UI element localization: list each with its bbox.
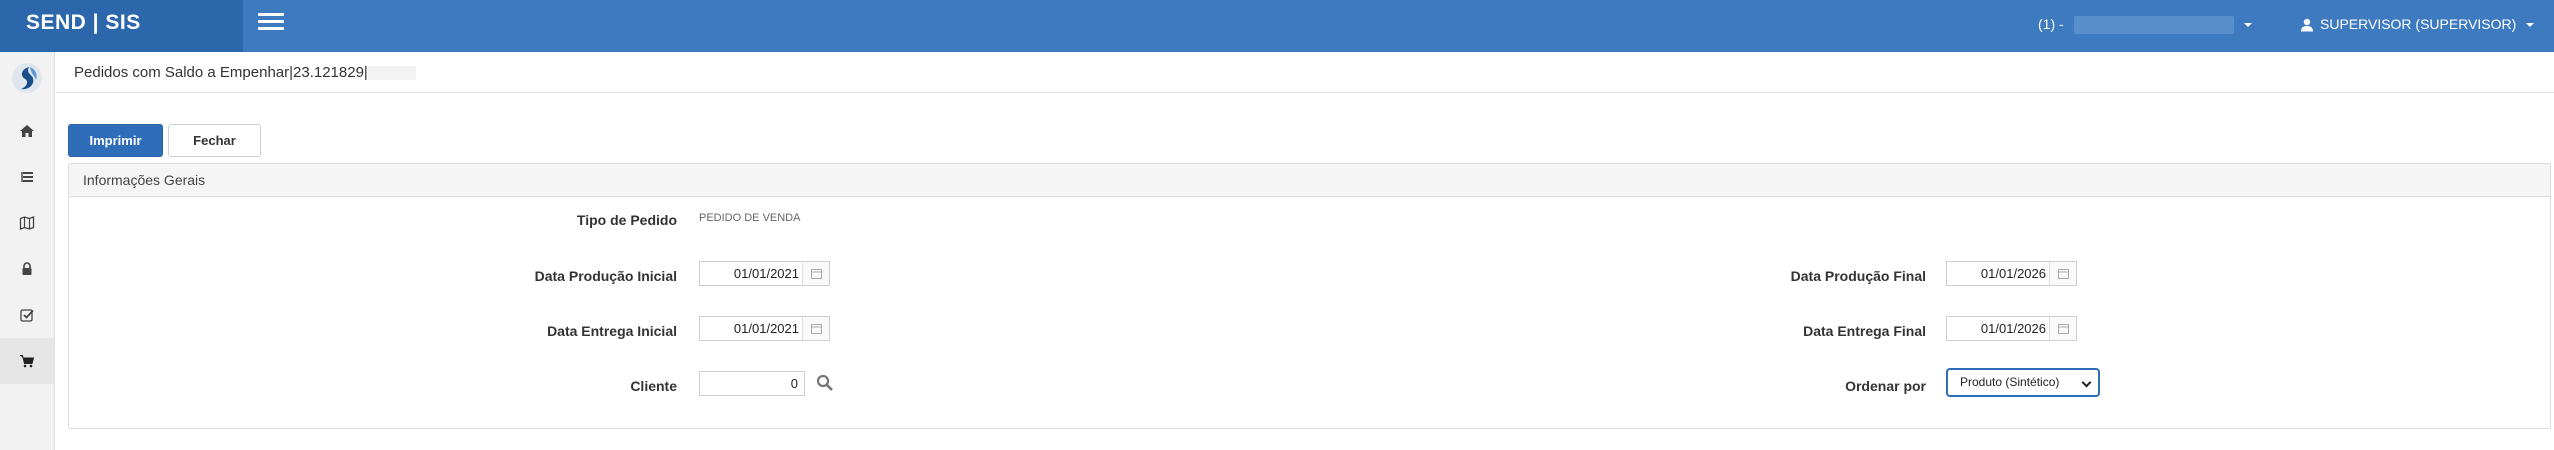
- general-info-panel: Informações Gerais: [68, 163, 2551, 429]
- user-name: SUPERVISOR (SUPERVISOR): [2320, 16, 2517, 32]
- chevron-down-icon: [2243, 23, 2252, 28]
- company-prefix: (1) -: [2038, 16, 2064, 32]
- top-navbar: SEND | SIS (1) - SUPERVISOR (SUPERVISOR): [0, 0, 2554, 52]
- ordenar-value: Produto (Sintético): [1960, 375, 2060, 389]
- data-producao-inicial-field[interactable]: 01/01/2021: [699, 261, 830, 286]
- page-title-text: Pedidos com Saldo a Empenhar|23.121829|: [74, 64, 368, 81]
- data-entrega-final-label: Data Entrega Final: [1803, 323, 1926, 339]
- sidebar: [0, 52, 55, 450]
- sidebar-item-map[interactable]: [0, 200, 54, 246]
- search-icon[interactable]: [816, 374, 834, 392]
- data-entrega-inicial-label: Data Entrega Inicial: [547, 323, 677, 339]
- print-button[interactable]: Imprimir: [68, 124, 163, 157]
- ordenar-select[interactable]: Produto (Sintético): [1946, 368, 2100, 397]
- data-producao-inicial-value: 01/01/2021: [733, 266, 799, 281]
- chevron-down-icon: [2526, 23, 2535, 28]
- check-square-icon: [20, 309, 34, 322]
- data-producao-inicial-label: Data Produção Inicial: [534, 268, 677, 284]
- calendar-icon[interactable]: [2049, 317, 2076, 340]
- calendar-icon[interactable]: [2049, 262, 2076, 285]
- data-producao-final-value: 01/01/2026: [1980, 266, 2046, 281]
- ordenar-label: Ordenar por: [1845, 378, 1926, 394]
- app-logo-icon[interactable]: [11, 62, 43, 94]
- sidebar-item-security[interactable]: [0, 246, 54, 292]
- tipo-pedido-value: PEDIDO DE VENDA: [699, 212, 801, 224]
- home-icon: [20, 125, 34, 137]
- title-redacted: [367, 66, 416, 81]
- map-icon: [19, 216, 35, 230]
- calendar-icon[interactable]: [802, 262, 829, 285]
- data-entrega-final-field[interactable]: 01/01/2026: [1946, 316, 2077, 341]
- sidebar-item-list[interactable]: [0, 154, 54, 200]
- menu-toggle-icon[interactable]: [258, 13, 284, 31]
- user-icon: [2301, 19, 2313, 32]
- divider: [56, 92, 2554, 93]
- sidebar-item-orders[interactable]: [0, 338, 54, 384]
- close-button[interactable]: Fechar: [168, 124, 261, 157]
- company-selector[interactable]: (1) -: [2038, 0, 2252, 48]
- brand-logo-text[interactable]: SEND | SIS: [0, 0, 243, 52]
- sidebar-item-home[interactable]: [0, 108, 54, 154]
- cliente-input[interactable]: 0: [699, 371, 805, 396]
- calendar-icon[interactable]: [802, 317, 829, 340]
- data-entrega-final-value: 01/01/2026: [1980, 321, 2046, 336]
- panel-title: Informações Gerais: [69, 164, 2550, 197]
- list-icon: [21, 172, 33, 182]
- page-title: Pedidos com Saldo a Empenhar|23.121829|: [74, 64, 416, 81]
- sidebar-item-approvals[interactable]: [0, 292, 54, 338]
- cart-icon: [20, 355, 35, 368]
- chevron-down-icon: [2081, 377, 2092, 388]
- data-producao-final-label: Data Produção Final: [1790, 268, 1926, 284]
- cliente-label: Cliente: [630, 378, 677, 394]
- data-entrega-inicial-field[interactable]: 01/01/2021: [699, 316, 830, 341]
- tipo-pedido-label: Tipo de Pedido: [576, 212, 677, 228]
- user-menu[interactable]: SUPERVISOR (SUPERVISOR): [2300, 0, 2535, 48]
- lock-icon: [22, 262, 32, 275]
- company-name-redacted: [2073, 16, 2234, 35]
- data-producao-final-field[interactable]: 01/01/2026: [1946, 261, 2077, 286]
- data-entrega-inicial-value: 01/01/2021: [733, 321, 799, 336]
